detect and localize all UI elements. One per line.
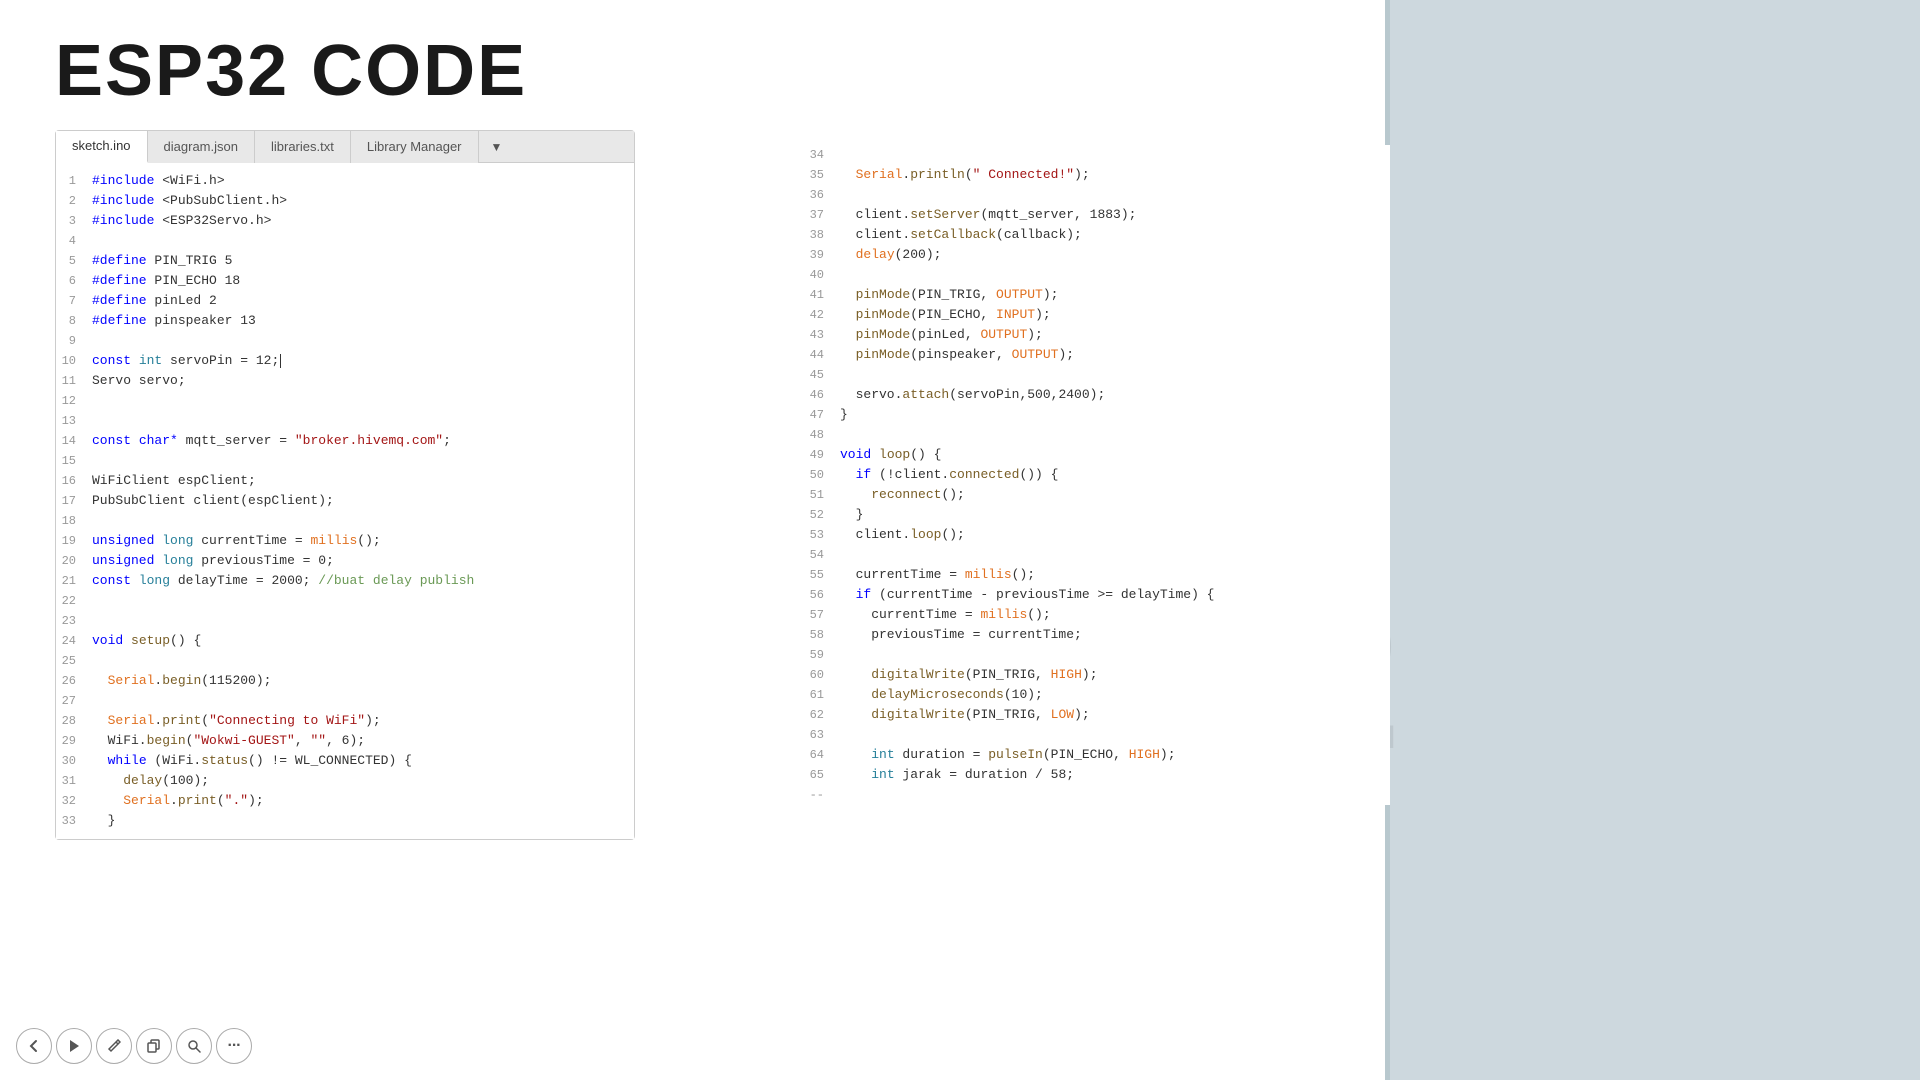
right-code-line-60: 60 digitalWrite(PIN_TRIG, HIGH); — [800, 665, 1390, 685]
code-line-3: 3 #include <ESP32Servo.h> — [56, 211, 634, 231]
code-line-11: 11 Servo servo; — [56, 371, 634, 391]
code-line-33: 33 } — [56, 811, 634, 831]
play-button[interactable] — [56, 1028, 92, 1064]
code-line-13: 13 — [56, 411, 634, 431]
code-line-12: 12 — [56, 391, 634, 411]
ide-window: sketch.ino diagram.json libraries.txt Li… — [55, 130, 635, 840]
code-line-6: 6 #define PIN_ECHO 18 — [56, 271, 634, 291]
right-code-line-55: 55 currentTime = millis(); — [800, 565, 1390, 585]
right-code-line-38: 38 client.setCallback(callback); — [800, 225, 1390, 245]
right-code-line-59: 59 — [800, 645, 1390, 665]
code-line-28: 28 Serial.print("Connecting to WiFi"); — [56, 711, 634, 731]
right-code-panel: 34 35 Serial.println(" Connected!"); 36 … — [800, 145, 1390, 805]
code-line-20: 20 unsigned long previousTime = 0; — [56, 551, 634, 571]
code-line-30: 30 while (WiFi.status() != WL_CONNECTED)… — [56, 751, 634, 771]
right-code-line-49: 49 void loop() { — [800, 445, 1390, 465]
right-code-line-64: 64 int duration = pulseIn(PIN_ECHO, HIGH… — [800, 745, 1390, 765]
code-line-7: 7 #define pinLed 2 — [56, 291, 634, 311]
code-line-26: 26 Serial.begin(115200); — [56, 671, 634, 691]
code-line-14: 14 const char* mqtt_server = "broker.hiv… — [56, 431, 634, 451]
bottom-toolbar: ··· — [16, 1028, 252, 1064]
right-code-line-47: 47 } — [800, 405, 1390, 425]
main-container: ESP32 CODE 1 2 sketch.ino diagram.json l… — [0, 0, 1920, 1080]
right-code-line-50: 50 if (!client.connected()) { — [800, 465, 1390, 485]
code-line-2: 2 #include <PubSubClient.h> — [56, 191, 634, 211]
right-code-line-58: 58 previousTime = currentTime; — [800, 625, 1390, 645]
code-line-27: 27 — [56, 691, 634, 711]
right-code-line-62: 62 digitalWrite(PIN_TRIG, LOW); — [800, 705, 1390, 725]
right-code-line-63: 63 — [800, 725, 1390, 745]
right-code-line-45: 45 — [800, 365, 1390, 385]
more-button[interactable]: ··· — [216, 1028, 252, 1064]
code-line-1: 1 #include <WiFi.h> — [56, 171, 634, 191]
right-code-line-34: 34 — [800, 145, 1390, 165]
code-editor[interactable]: 1 #include <WiFi.h> 2 #include <PubSubCl… — [56, 163, 634, 839]
code-line-10: 10 const int servoPin = 12; — [56, 351, 634, 371]
right-code-line-54: 54 — [800, 545, 1390, 565]
right-code-line-43: 43 pinMode(pinLed, OUTPUT); — [800, 325, 1390, 345]
right-panel — [1390, 0, 1920, 1080]
right-code-line-36: 36 — [800, 185, 1390, 205]
tab-library-manager[interactable]: Library Manager — [351, 131, 479, 163]
right-code-line-39: 39 delay(200); — [800, 245, 1390, 265]
right-code-line-66: -- — [800, 785, 1390, 805]
right-code-line-52: 52 } — [800, 505, 1390, 525]
code-line-15: 15 — [56, 451, 634, 471]
code-line-19: 19 unsigned long currentTime = millis(); — [56, 531, 634, 551]
code-line-25: 25 — [56, 651, 634, 671]
right-code-line-35: 35 Serial.println(" Connected!"); — [800, 165, 1390, 185]
code-line-17: 17 PubSubClient client(espClient); — [56, 491, 634, 511]
tab-libraries-txt[interactable]: libraries.txt — [255, 131, 351, 163]
code-line-31: 31 delay(100); — [56, 771, 634, 791]
right-code-line-42: 42 pinMode(PIN_ECHO, INPUT); — [800, 305, 1390, 325]
code-line-16: 16 WiFiClient espClient; — [56, 471, 634, 491]
right-code-line-65: 65 int jarak = duration / 58; — [800, 765, 1390, 785]
code-line-18: 18 — [56, 511, 634, 531]
edit-button[interactable] — [96, 1028, 132, 1064]
right-code-line-46: 46 servo.attach(servoPin,500,2400); — [800, 385, 1390, 405]
code-line-23: 23 — [56, 611, 634, 631]
tab-more-arrow[interactable]: ▼ — [481, 134, 513, 160]
right-code-line-56: 56 if (currentTime - previousTime >= del… — [800, 585, 1390, 605]
code-line-29: 29 WiFi.begin("Wokwi-GUEST", "", 6); — [56, 731, 634, 751]
right-code-line-44: 44 pinMode(pinspeaker, OUTPUT); — [800, 345, 1390, 365]
tab-diagram-json[interactable]: diagram.json — [148, 131, 255, 163]
code-line-9: 9 — [56, 331, 634, 351]
tab-bar: sketch.ino diagram.json libraries.txt Li… — [56, 131, 634, 163]
right-code-line-37: 37 client.setServer(mqtt_server, 1883); — [800, 205, 1390, 225]
code-line-22: 22 — [56, 591, 634, 611]
tab-sketch-ino[interactable]: sketch.ino — [56, 131, 148, 163]
right-code-line-41: 41 pinMode(PIN_TRIG, OUTPUT); — [800, 285, 1390, 305]
search-button[interactable] — [176, 1028, 212, 1064]
code-line-32: 32 Serial.print("."); — [56, 791, 634, 811]
copy-button[interactable] — [136, 1028, 172, 1064]
code-line-5: 5 #define PIN_TRIG 5 — [56, 251, 634, 271]
right-code-line-51: 51 reconnect(); — [800, 485, 1390, 505]
right-code-line-48: 48 — [800, 425, 1390, 445]
right-code-line-61: 61 delayMicroseconds(10); — [800, 685, 1390, 705]
right-code-line-40: 40 — [800, 265, 1390, 285]
code-line-8: 8 #define pinspeaker 13 — [56, 311, 634, 331]
page-title: ESP32 CODE — [55, 30, 527, 112]
code-line-4: 4 — [56, 231, 634, 251]
code-line-24: 24 void setup() { — [56, 631, 634, 651]
back-button[interactable] — [16, 1028, 52, 1064]
right-code-line-57: 57 currentTime = millis(); — [800, 605, 1390, 625]
code-line-21: 21 const long delayTime = 2000; //buat d… — [56, 571, 634, 591]
right-code-line-53: 53 client.loop(); — [800, 525, 1390, 545]
